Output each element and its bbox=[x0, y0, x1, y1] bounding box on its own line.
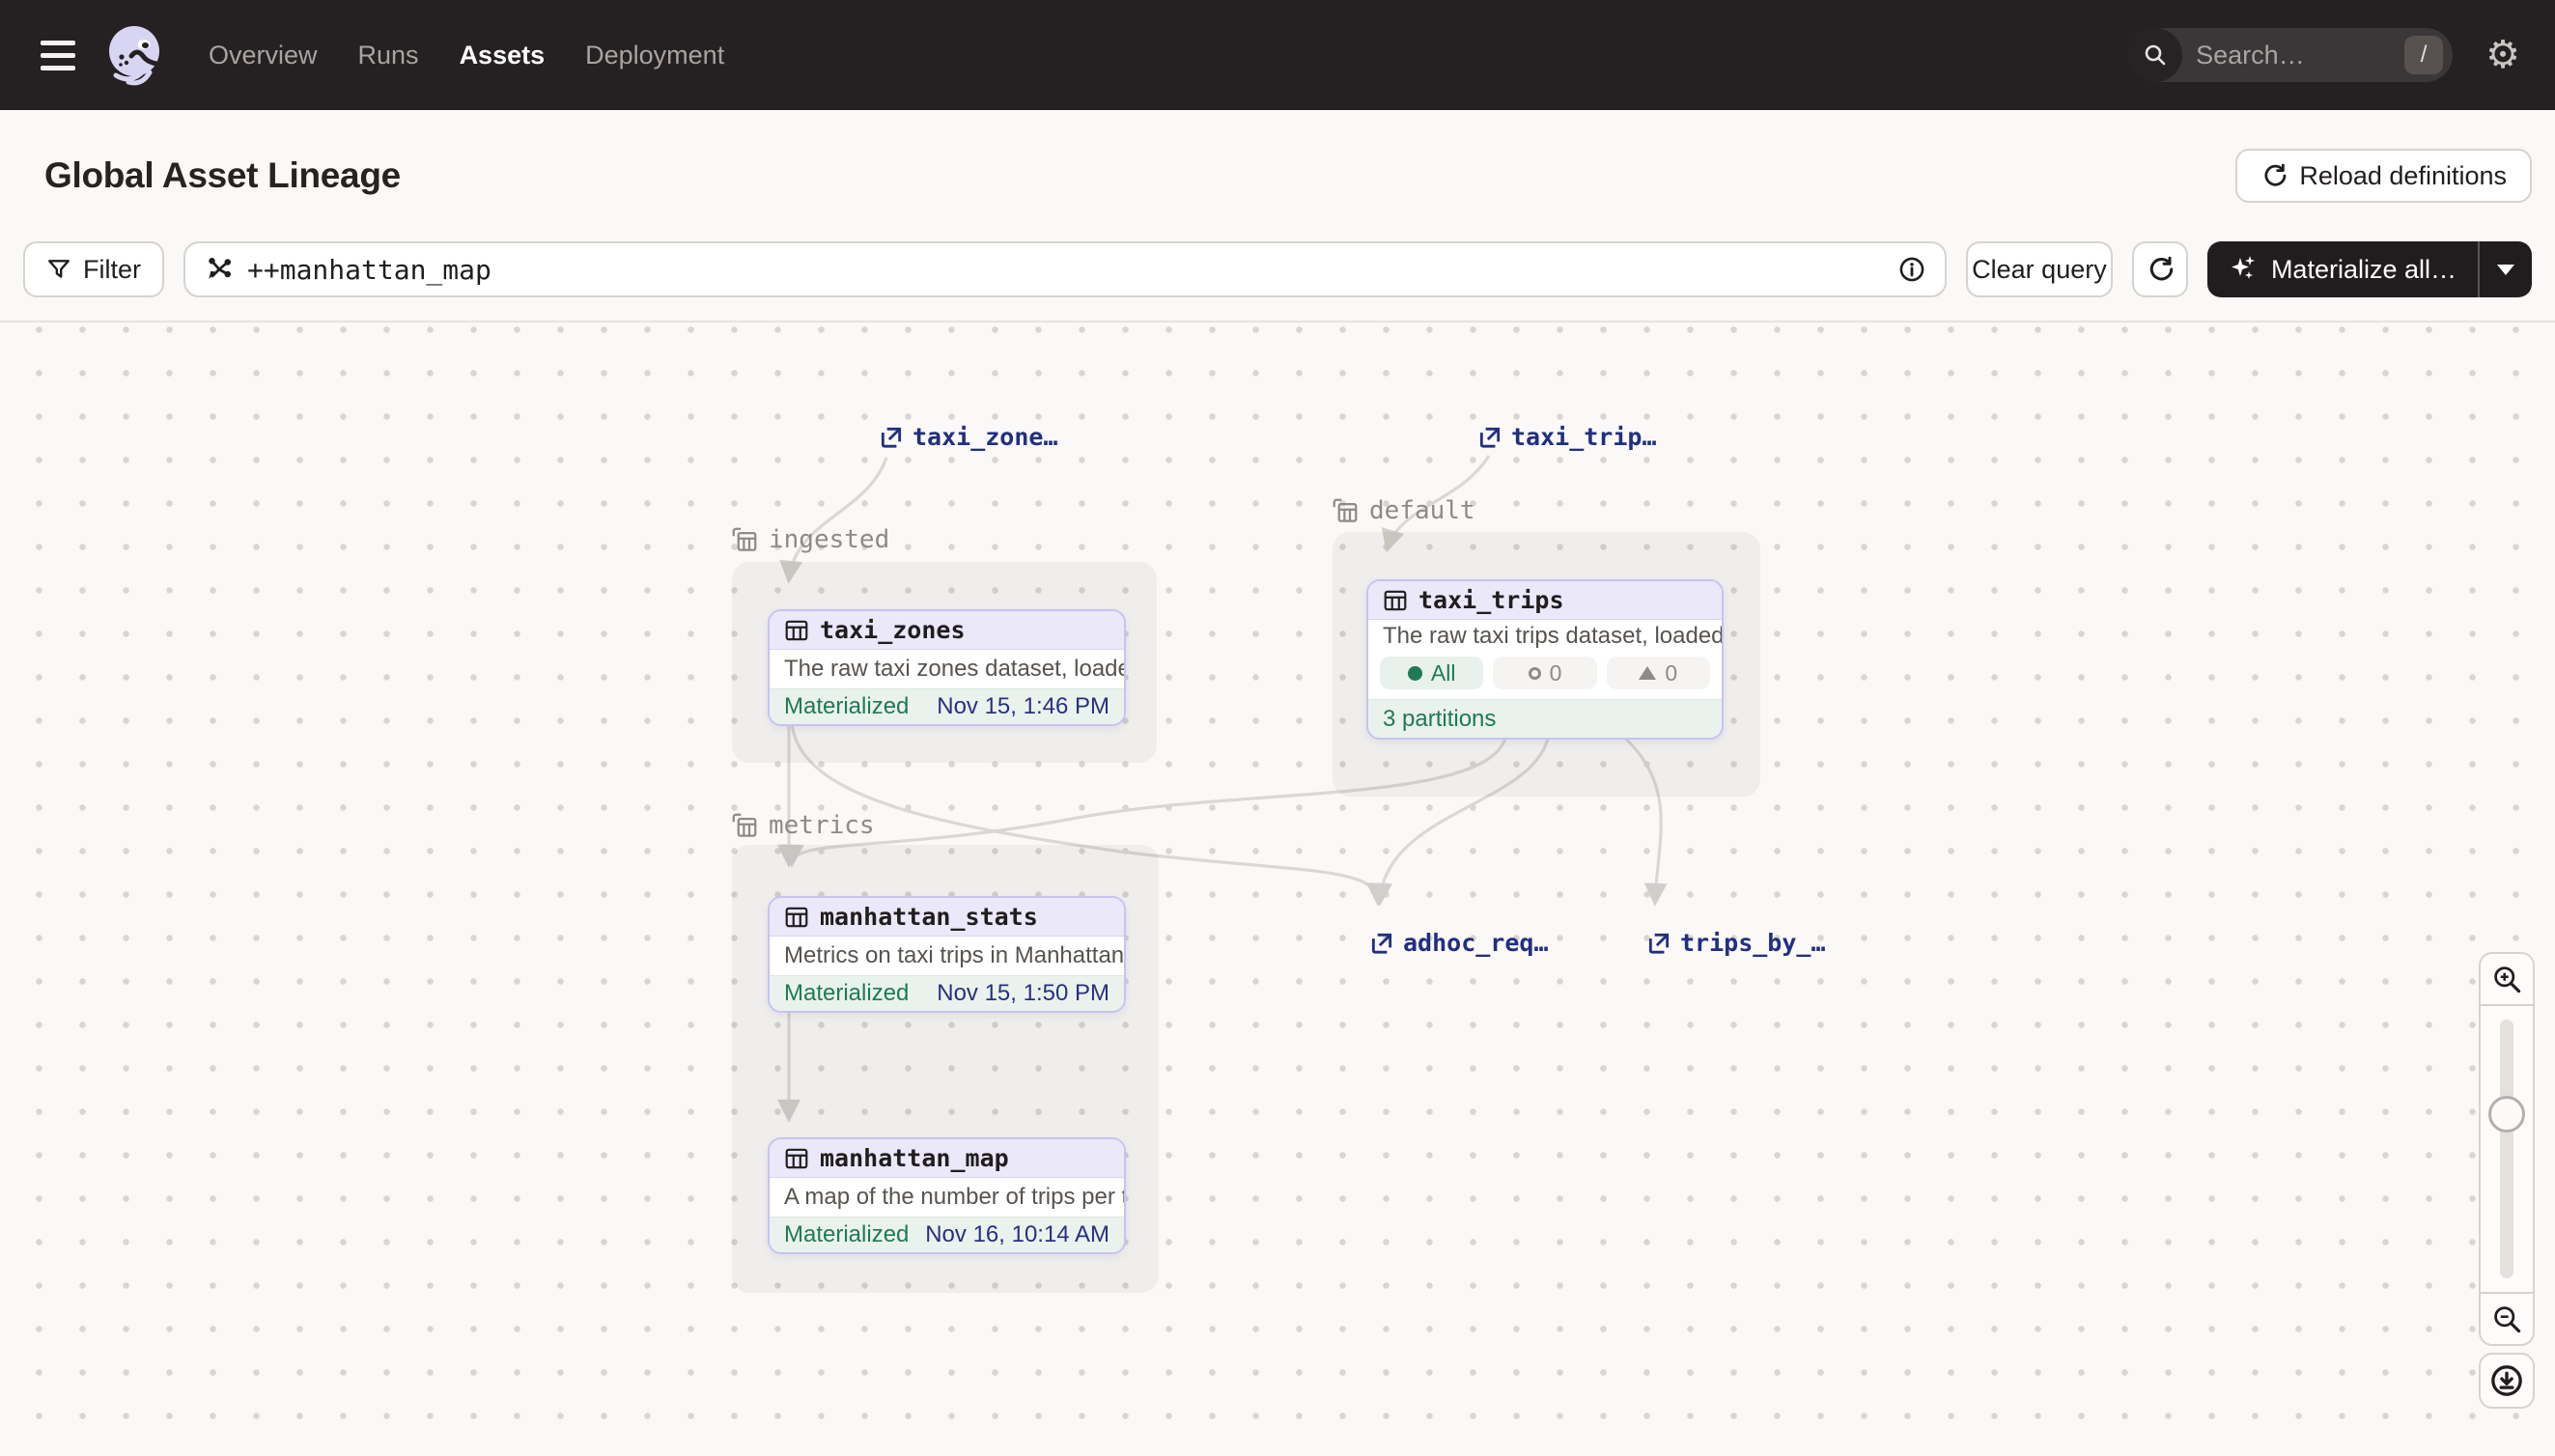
group-icon bbox=[1331, 496, 1360, 525]
partitions-count: 3 partitions bbox=[1383, 706, 1496, 733]
external-link-icon bbox=[1369, 931, 1394, 956]
search-icon bbox=[2128, 28, 2182, 82]
table-icon bbox=[784, 1146, 809, 1171]
ring-icon bbox=[1529, 667, 1541, 680]
partitions-missing-pill[interactable]: 0 bbox=[1607, 657, 1710, 689]
asset-node-taxi-zones[interactable]: taxi_zones The raw taxi zones dataset, l… bbox=[768, 609, 1126, 726]
status-badge: Materialized bbox=[784, 693, 909, 720]
zoom-in-icon bbox=[2491, 964, 2522, 994]
triangle-icon bbox=[1639, 666, 1656, 680]
external-asset-taxi-zone[interactable]: taxi_zone… bbox=[879, 423, 1058, 451]
download-view-button[interactable] bbox=[2479, 1353, 2535, 1409]
external-link-icon bbox=[879, 425, 904, 450]
nav-item-runs[interactable]: Runs bbox=[358, 41, 419, 70]
partition-health-pills: All 0 0 bbox=[1368, 653, 1722, 699]
zoom-slider-track[interactable] bbox=[2500, 1020, 2513, 1278]
zoom-in-button[interactable] bbox=[2481, 954, 2533, 1006]
nav-item-assets[interactable]: Assets bbox=[460, 41, 546, 70]
materialization-timestamp: Nov 16, 10:14 AM bbox=[925, 1221, 1109, 1248]
asset-node-manhattan-stats[interactable]: manhattan_stats Metrics on taxi trips in… bbox=[768, 896, 1126, 1013]
nav-item-overview[interactable]: Overview bbox=[209, 41, 318, 70]
status-badge: Materialized bbox=[784, 1221, 909, 1248]
lineage-edges bbox=[0, 322, 2555, 1456]
lineage-canvas[interactable]: ingested default metrics taxi_zone… taxi… bbox=[0, 322, 2555, 1456]
table-icon bbox=[784, 905, 809, 930]
zoom-out-button[interactable] bbox=[2481, 1292, 2533, 1344]
settings-gear-icon[interactable]: ⚙ bbox=[2485, 36, 2520, 74]
partitions-all-pill[interactable]: All bbox=[1380, 657, 1483, 689]
asset-title: taxi_zones bbox=[820, 616, 966, 644]
zoom-out-icon bbox=[2491, 1303, 2522, 1334]
refresh-icon bbox=[2146, 255, 2175, 284]
external-asset-adhoc-req[interactable]: adhoc_req… bbox=[1369, 929, 1549, 957]
search-input[interactable]: Search… / bbox=[2128, 28, 2453, 82]
table-icon bbox=[784, 618, 809, 643]
sparkles-icon bbox=[2229, 254, 2260, 285]
lineage-toolbar: Filter ++manhattan_map Clear query Mater… bbox=[0, 241, 2555, 322]
group-label-metrics[interactable]: metrics bbox=[730, 811, 875, 840]
zoom-slider[interactable] bbox=[2481, 1006, 2533, 1292]
reload-icon bbox=[2260, 162, 2288, 189]
top-nav: Overview Runs Assets Deployment Search… … bbox=[0, 0, 2555, 110]
asset-description: The raw taxi zones dataset, loaded int..… bbox=[770, 650, 1124, 688]
materialize-dropdown-button[interactable] bbox=[2480, 241, 2532, 297]
materialize-all-button[interactable]: Materialize all… bbox=[2207, 241, 2532, 297]
external-asset-trips-by[interactable]: trips_by_… bbox=[1646, 929, 1826, 957]
query-value: ++manhattan_map bbox=[247, 254, 1885, 286]
asset-title: manhattan_map bbox=[820, 1144, 1009, 1172]
nav-item-deployment[interactable]: Deployment bbox=[585, 41, 724, 70]
asset-description: Metrics on taxi trips in Manhattan bbox=[770, 937, 1124, 975]
asset-query-input[interactable]: ++manhattan_map bbox=[183, 241, 1947, 297]
filter-button[interactable]: Filter bbox=[23, 241, 164, 297]
page-header: Global Asset Lineage Reload definitions bbox=[0, 110, 2555, 241]
zoom-controls bbox=[2479, 952, 2535, 1346]
asset-description: A map of the number of trips per taxi z.… bbox=[770, 1178, 1124, 1217]
external-link-icon bbox=[1477, 425, 1502, 450]
asset-description: The raw taxi trips dataset, loaded into … bbox=[1368, 620, 1722, 653]
partitions-failed-pill[interactable]: 0 bbox=[1493, 657, 1596, 689]
clear-query-button[interactable]: Clear query bbox=[1966, 241, 2113, 297]
filter-funnel-icon bbox=[46, 257, 71, 282]
materialization-timestamp: Nov 15, 1:46 PM bbox=[937, 693, 1109, 720]
search-shortcut-badge: / bbox=[2404, 36, 2443, 74]
external-asset-taxi-trip[interactable]: taxi_trip… bbox=[1477, 423, 1657, 451]
group-icon bbox=[730, 525, 759, 554]
refresh-button[interactable] bbox=[2132, 241, 2188, 297]
filled-dot-icon bbox=[1408, 666, 1422, 681]
download-icon bbox=[2489, 1363, 2524, 1398]
asset-node-taxi-trips[interactable]: taxi_trips The raw taxi trips dataset, l… bbox=[1366, 579, 1724, 740]
asset-title: manhattan_stats bbox=[820, 903, 1038, 931]
table-icon bbox=[1383, 588, 1408, 613]
page-title: Global Asset Lineage bbox=[44, 155, 401, 196]
asset-graph-icon bbox=[205, 255, 234, 284]
reload-definitions-button[interactable]: Reload definitions bbox=[2235, 149, 2532, 203]
group-label-default[interactable]: default bbox=[1331, 496, 1475, 525]
zoom-slider-handle[interactable] bbox=[2488, 1096, 2525, 1133]
status-badge: Materialized bbox=[784, 980, 909, 1007]
search-placeholder: Search… bbox=[2196, 41, 2404, 70]
hamburger-menu-icon[interactable] bbox=[41, 36, 79, 74]
nav-links: Overview Runs Assets Deployment bbox=[209, 41, 724, 70]
group-icon bbox=[730, 811, 759, 840]
group-label-ingested[interactable]: ingested bbox=[730, 525, 889, 554]
asset-title: taxi_trips bbox=[1418, 586, 1564, 614]
chevron-down-icon bbox=[2497, 265, 2514, 275]
materialize-all-main[interactable]: Materialize all… bbox=[2207, 241, 2478, 297]
asset-node-manhattan-map[interactable]: manhattan_map A map of the number of tri… bbox=[768, 1137, 1126, 1254]
dagster-logo-icon[interactable] bbox=[102, 21, 170, 89]
external-link-icon bbox=[1646, 931, 1671, 956]
info-icon[interactable] bbox=[1898, 256, 1925, 283]
materialization-timestamp: Nov 15, 1:50 PM bbox=[937, 980, 1109, 1007]
